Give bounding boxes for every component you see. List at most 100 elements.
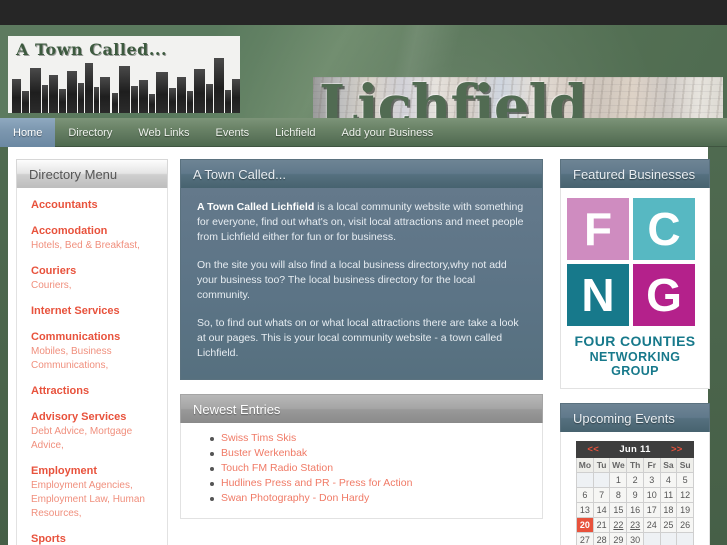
site-logo-skyline[interactable]: A Town Called... <box>8 36 240 113</box>
skyline-graphic <box>8 53 240 113</box>
intro-paragraph-3: So, to find out whats on or what local a… <box>197 317 519 359</box>
prev-arrow-icon: << <box>587 444 600 455</box>
page-background: Directory Menu Accountants Accomodation … <box>0 147 727 545</box>
calendar-day[interactable]: 24 <box>642 517 661 533</box>
directory-subcategories[interactable]: Mobiles, Business Communications, <box>31 345 157 373</box>
logo-left-text: A Town Called... <box>16 40 168 59</box>
events-calendar: << Jun 11 >> Mo Tu We Th Fr Sa Su 1 2 3 … <box>575 441 695 545</box>
site-logo-lichfield[interactable]: Lichfield <box>313 77 723 118</box>
directory-category-couriers[interactable]: Couriers <box>31 264 157 279</box>
calendar-day[interactable]: 27 <box>576 532 594 545</box>
intro-paragraph-2: On the site you will also find a local b… <box>197 259 507 301</box>
directory-category-sports[interactable]: Sports <box>31 532 157 545</box>
nav-item-directory[interactable]: Directory <box>55 118 125 147</box>
calendar-day-with-event[interactable]: 22 <box>609 517 628 533</box>
calendar-day[interactable]: 28 <box>592 532 611 545</box>
calendar-day[interactable]: 19 <box>676 502 694 518</box>
directory-subcategories[interactable]: Employment Agencies, Employment Law, Hum… <box>31 479 157 521</box>
directory-subcategories[interactable]: Debt Advice, Mortgage Advice, <box>31 425 157 453</box>
calendar-day-empty <box>676 532 694 545</box>
directory-category-accountants[interactable]: Accountants <box>31 198 157 213</box>
directory-category-accomodation[interactable]: Accomodation <box>31 224 157 239</box>
directory-subcategories[interactable]: Hotels, Bed & Breakfast, <box>31 239 157 253</box>
directory-group: Couriers Couriers, <box>31 264 157 293</box>
calendar-day[interactable]: 5 <box>676 472 694 488</box>
calendar-day[interactable]: 25 <box>659 517 678 533</box>
calendar-next-month-button[interactable]: >> <box>659 441 695 458</box>
calendar-weekday-row: Mo Tu We Th Fr Sa Su <box>576 457 694 473</box>
calendar-day-empty <box>576 472 594 488</box>
directory-group: Accomodation Hotels, Bed & Breakfast, <box>31 224 157 253</box>
directory-group: Internet Services <box>31 304 157 319</box>
nav-item-web-links[interactable]: Web Links <box>125 118 202 147</box>
calendar-day[interactable]: 1 <box>609 472 628 488</box>
calendar-day[interactable]: 4 <box>659 472 678 488</box>
nav-item-lichfield[interactable]: Lichfield <box>262 118 328 147</box>
calendar-day[interactable]: 30 <box>626 532 644 545</box>
calendar-dow-tu: Tu <box>592 457 611 473</box>
calendar-day[interactable]: 17 <box>642 502 661 518</box>
calendar-day[interactable]: 9 <box>626 487 644 503</box>
main-navigation: Home Directory Web Links Events Lichfiel… <box>0 118 727 147</box>
directory-subcategories[interactable]: Couriers, <box>31 279 157 293</box>
calendar-prev-month-button[interactable]: << <box>575 441 611 458</box>
featured-businesses-body: F C N G FOUR COUNTIES NETWORKING GROUP <box>560 188 710 389</box>
calendar-day[interactable]: 7 <box>592 487 611 503</box>
calendar-day[interactable]: 3 <box>642 472 661 488</box>
calendar-dow-sa: Sa <box>659 457 678 473</box>
directory-group: Sports Fishing, Skiing, <box>31 532 157 545</box>
calendar-dow-we: We <box>609 457 628 473</box>
calendar-day[interactable]: 21 <box>592 517 611 533</box>
calendar-week-row: 20 21 22 23 24 25 26 <box>576 517 694 533</box>
list-item[interactable]: Swan Photography - Don Hardy <box>210 491 542 506</box>
calendar-day[interactable]: 11 <box>659 487 678 503</box>
directory-group: Accountants <box>31 198 157 213</box>
fcng-letter-c: C <box>633 198 695 260</box>
calendar-day[interactable]: 13 <box>576 502 594 518</box>
upcoming-events-body: << Jun 11 >> Mo Tu We Th Fr Sa Su 1 2 3 … <box>560 432 710 545</box>
calendar-day[interactable]: 29 <box>609 532 628 545</box>
sidebar-left: Directory Menu Accountants Accomodation … <box>16 159 168 545</box>
calendar-day[interactable]: 26 <box>676 517 694 533</box>
list-item[interactable]: Buster Werkenbak <box>210 446 542 461</box>
directory-category-advisory-services[interactable]: Advisory Services <box>31 410 157 425</box>
directory-category-communications[interactable]: Communications <box>31 330 157 345</box>
calendar-dow-mo: Mo <box>576 457 594 473</box>
directory-category-internet-services[interactable]: Internet Services <box>31 304 157 319</box>
list-item[interactable]: Swiss Tims Skis <box>210 431 542 446</box>
calendar-day[interactable]: 6 <box>576 487 594 503</box>
calendar-day[interactable]: 10 <box>642 487 661 503</box>
content-sheet: Directory Menu Accountants Accomodation … <box>8 147 710 545</box>
nav-item-home[interactable]: Home <box>0 118 56 147</box>
directory-group: Attractions <box>31 384 157 399</box>
fcng-letter-n: N <box>567 264 629 326</box>
newest-entries-list: Swiss Tims Skis Buster Werkenbak Touch F… <box>181 431 542 506</box>
intro-panel-title: A Town Called... <box>180 159 543 188</box>
calendar-day[interactable]: 16 <box>626 502 644 518</box>
calendar-dow-fr: Fr <box>642 457 661 473</box>
directory-category-attractions[interactable]: Attractions <box>31 384 157 399</box>
list-item[interactable]: Touch FM Radio Station <box>210 461 542 476</box>
calendar-day-today[interactable]: 20 <box>576 517 594 533</box>
calendar-dow-su: Su <box>676 457 694 473</box>
module-spacer <box>560 389 710 403</box>
calendar-day[interactable]: 8 <box>609 487 628 503</box>
logo-right-text: Lichfield <box>319 77 588 118</box>
calendar-day[interactable]: 15 <box>609 502 628 518</box>
fcng-letter-f: F <box>567 198 629 260</box>
calendar-day[interactable]: 18 <box>659 502 678 518</box>
newest-entries-title: Newest Entries <box>180 394 543 423</box>
directory-category-employment[interactable]: Employment <box>31 464 157 479</box>
list-item[interactable]: Hudlines Press and PR - Press for Action <box>210 476 542 491</box>
nav-item-add-your-business[interactable]: Add your Business <box>329 118 447 147</box>
fcng-logo[interactable]: F C N G FOUR COUNTIES NETWORKING GROUP <box>567 198 703 378</box>
directory-group: Communications Mobiles, Business Communi… <box>31 330 157 373</box>
calendar-day-empty <box>642 532 661 545</box>
calendar-day[interactable]: 12 <box>676 487 694 503</box>
calendar-day-with-event[interactable]: 23 <box>626 517 644 533</box>
calendar-week-row: 6 7 8 9 10 11 12 <box>576 487 694 503</box>
calendar-day[interactable]: 2 <box>626 472 644 488</box>
calendar-day[interactable]: 14 <box>592 502 611 518</box>
nav-item-events[interactable]: Events <box>203 118 263 147</box>
next-arrow-icon: >> <box>670 444 683 455</box>
